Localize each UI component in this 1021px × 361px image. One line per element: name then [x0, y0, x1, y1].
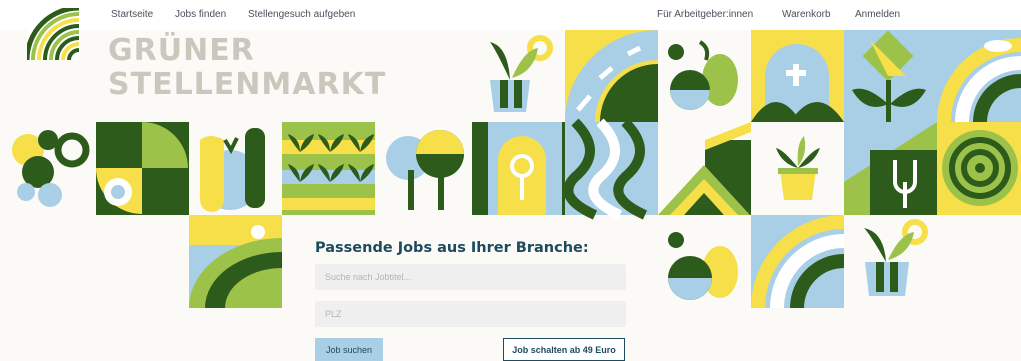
nav-link-home[interactable]: Startseite	[111, 9, 153, 20]
nav-link-cart[interactable]: Warenkorb	[782, 9, 831, 20]
pear-tile-2	[668, 232, 738, 300]
target-tile	[937, 122, 1021, 215]
site-logo[interactable]	[27, 8, 79, 60]
nav-link-employers[interactable]: Für Arbeitgeber:innen	[657, 9, 753, 20]
potted-plant-tile	[751, 122, 844, 215]
search-title: Passende Jobs aus Ihrer Branche:	[315, 240, 589, 256]
peppers-tile	[189, 122, 282, 215]
circles-tile	[12, 130, 90, 207]
green-swirl-tile	[96, 122, 189, 215]
house-tile	[658, 122, 751, 215]
sunset-tile	[189, 215, 282, 308]
brand-line-1: GRÜNER	[108, 33, 255, 68]
church-tile	[751, 30, 844, 122]
nav-link-find-jobs[interactable]: Jobs finden	[175, 9, 226, 20]
wavy-path-tile	[563, 118, 658, 220]
rainbow-tile-2	[751, 215, 844, 308]
plant-cup-tile-2	[864, 219, 928, 296]
pear-tile	[658, 30, 751, 122]
job-title-input[interactable]	[315, 264, 626, 290]
tree-tile	[386, 130, 464, 210]
rainbow-tile	[937, 30, 1021, 122]
tulip-tile	[844, 30, 937, 122]
brand-line-2: STELLENMARKT	[108, 67, 387, 102]
top-navigation: Startseite Jobs finden Stellengesuch auf…	[0, 0, 1021, 30]
logo-rainbow-icon	[27, 8, 79, 60]
job-search-button[interactable]: Job suchen	[315, 338, 383, 361]
brand-wordmark: GRÜNER STELLENMARKT	[108, 34, 386, 102]
plant-cup-tile	[472, 30, 565, 122]
fork-tile	[844, 122, 937, 215]
yellow-arch-tile	[472, 122, 565, 215]
zip-input[interactable]	[315, 301, 626, 327]
road-tile	[565, 30, 658, 122]
nav-link-login[interactable]: Anmelden	[855, 9, 900, 20]
field-rows-tile	[282, 122, 375, 215]
post-job-button[interactable]: Job schalten ab 49 Euro	[503, 338, 625, 361]
nav-link-post-request[interactable]: Stellengesuch aufgeben	[248, 9, 355, 20]
